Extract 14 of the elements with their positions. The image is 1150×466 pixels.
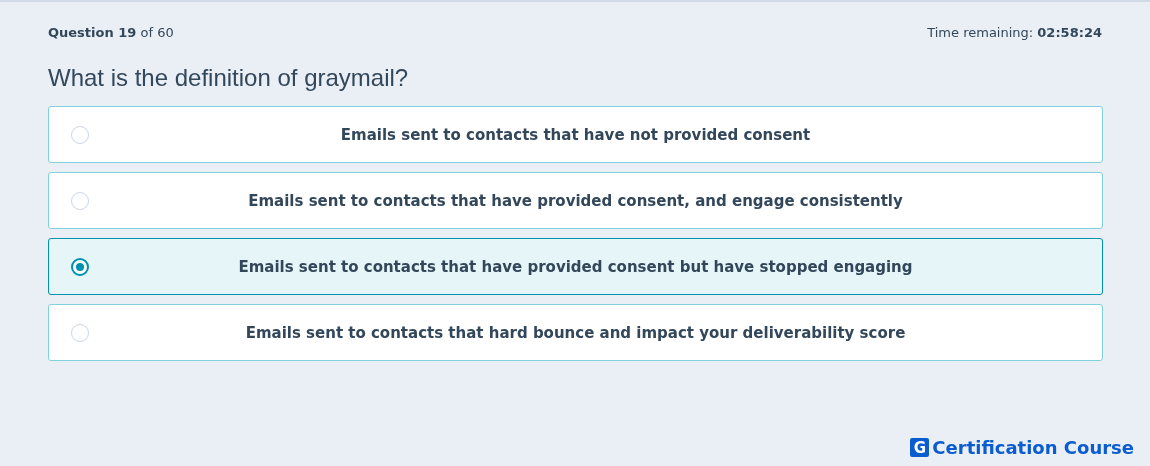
radio-button[interactable] <box>71 257 89 276</box>
time-remaining: Time remaining: 02:58:24 <box>927 24 1102 40</box>
logo-mark: G <box>910 438 930 457</box>
answer-text: Emails sent to contacts that have provided consent, and engage consistently <box>247 191 904 210</box>
brand-name: Certification Course <box>932 437 1134 458</box>
answer-text: Emails sent to contacts that have not provided consent <box>339 125 812 144</box>
answer-option[interactable]: Emails sent to contacts that have provided consent, and engage consistently <box>48 172 1103 229</box>
question-text: What is the definition of graymail? <box>48 64 410 92</box>
answer-text: Emails sent to contacts that have provided consent but have stopped engaging <box>237 257 914 276</box>
answer-option[interactable]: Emails sent to contacts that have provided consent but have stopped engaging <box>48 238 1103 295</box>
question-counter: Question 19 of 60 <box>48 24 174 40</box>
answer-text: Emails sent to contacts that hard bounce and impact your deliverability score <box>244 323 907 342</box>
answer-option[interactable]: Emails sent to contacts that hard bounce and impact your deliverability score <box>48 304 1103 361</box>
answer-option[interactable]: Emails sent to contacts that have not provided consent <box>48 106 1103 163</box>
